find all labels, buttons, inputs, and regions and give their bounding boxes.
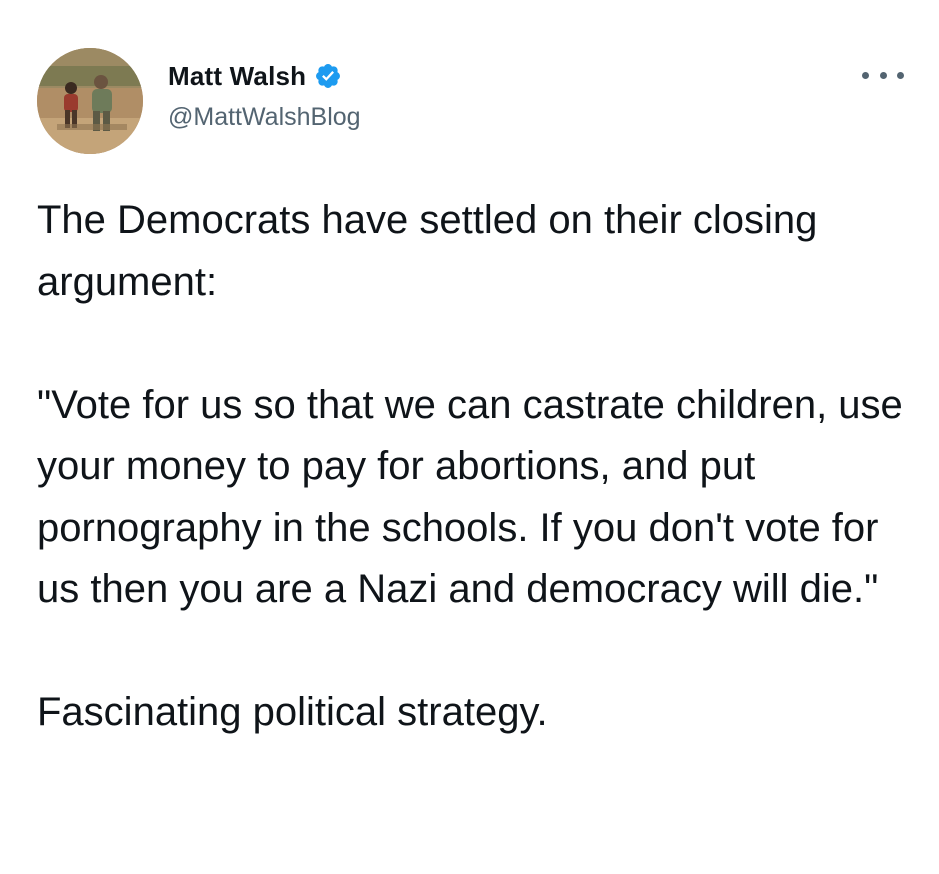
avatar[interactable] <box>37 48 143 154</box>
author-display-name[interactable]: Matt Walsh <box>168 61 306 92</box>
more-options-button[interactable] <box>862 66 904 84</box>
tweet-paragraph: Fascinating political strategy. <box>37 690 548 734</box>
author-name-row[interactable]: Matt Walsh <box>168 58 342 94</box>
more-options-icon <box>897 71 904 79</box>
more-options-icon <box>862 71 869 79</box>
verified-badge-icon <box>316 64 341 88</box>
author-handle[interactable]: @MattWalshBlog <box>168 103 361 132</box>
tweet-paragraph: The Democrats have settled on their clos… <box>37 198 818 304</box>
tweet-paragraph: "Vote for us so that we can castrate chi… <box>37 382 903 612</box>
tweet-text: The Democrats have settled on their clos… <box>37 190 917 744</box>
more-options-icon <box>879 71 887 79</box>
profile-photo-icon <box>37 48 143 154</box>
tweet-card: Matt Walsh @MattWalshBlog The Democrats … <box>0 0 939 874</box>
